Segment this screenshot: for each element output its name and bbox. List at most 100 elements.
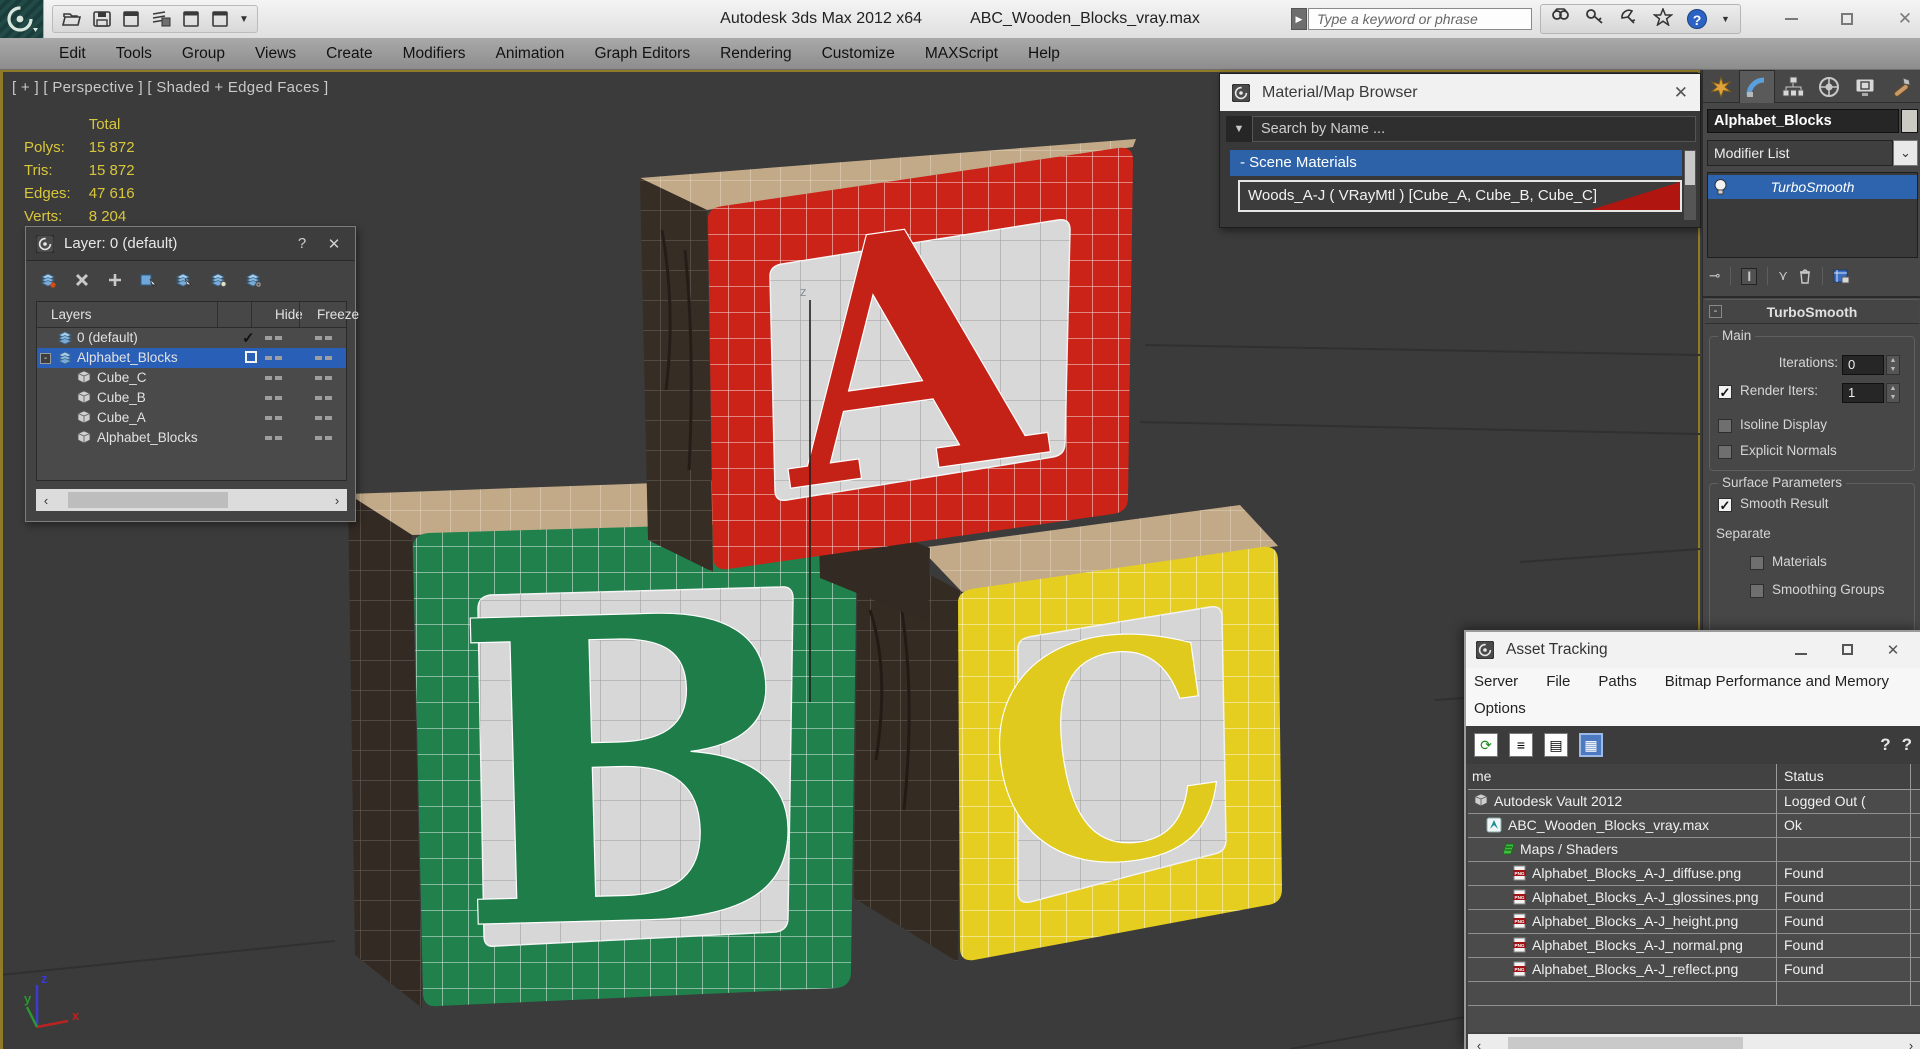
hide-toggle[interactable] bbox=[265, 336, 285, 340]
render-iters-spinner[interactable]: ▲ ▼ bbox=[1886, 383, 1900, 403]
scrollbar-thumb[interactable] bbox=[68, 492, 228, 508]
freeze-toggle[interactable] bbox=[315, 356, 335, 360]
new-layer-icon[interactable] bbox=[40, 272, 57, 288]
column-layers[interactable]: Layers bbox=[51, 307, 92, 322]
iterations-field[interactable]: 0 bbox=[1842, 355, 1884, 375]
pin-stack-icon[interactable]: ⊸ bbox=[1709, 268, 1720, 284]
freeze-toggle[interactable] bbox=[315, 336, 335, 340]
minimize-icon[interactable] bbox=[1784, 642, 1818, 659]
asset-table-header[interactable]: me Status bbox=[1468, 764, 1920, 790]
material-search-input[interactable]: Search by Name ... bbox=[1252, 116, 1696, 142]
modifier-stack-item[interactable]: TurboSmooth bbox=[1708, 175, 1917, 199]
new-scene-icon[interactable] bbox=[121, 10, 141, 28]
material-scrollbar[interactable] bbox=[1684, 150, 1696, 220]
undo-icon[interactable] bbox=[181, 10, 201, 28]
asset-name[interactable]: Alphabet_Blocks_A-J_diffuse.png bbox=[1532, 865, 1741, 881]
tab-motion[interactable] bbox=[1811, 70, 1847, 103]
freeze-toggle[interactable] bbox=[315, 376, 335, 380]
render-iters-field[interactable]: 1 bbox=[1842, 383, 1884, 403]
asset-name[interactable]: Autodesk Vault 2012 bbox=[1494, 793, 1622, 809]
select-in-layer-icon[interactable] bbox=[140, 272, 158, 288]
scene-materials-group[interactable]: - Scene Materials bbox=[1230, 150, 1682, 176]
close-icon[interactable]: ✕ bbox=[1674, 83, 1688, 103]
highlight-layer-icon[interactable] bbox=[210, 272, 228, 288]
maximize-icon[interactable] bbox=[1830, 642, 1864, 659]
menu-bitmap-performance[interactable]: Bitmap Performance and Memory bbox=[1665, 673, 1889, 690]
column-status[interactable]: Status bbox=[1784, 768, 1824, 784]
menu-views[interactable]: Views bbox=[240, 38, 311, 70]
scroll-left-icon[interactable]: ‹ bbox=[1468, 1038, 1490, 1049]
object-label[interactable]: Cube_A bbox=[97, 410, 146, 425]
hide-toggle[interactable] bbox=[265, 416, 285, 420]
menu-file[interactable]: File bbox=[1546, 673, 1570, 690]
menu-options[interactable]: Options bbox=[1474, 700, 1526, 717]
add-to-layer-icon[interactable] bbox=[107, 272, 123, 288]
remove-modifier-icon[interactable] bbox=[1798, 268, 1812, 284]
close-icon[interactable]: ✕ bbox=[1876, 641, 1910, 659]
asset-name[interactable]: Alphabet_Blocks_A-J_reflect.png bbox=[1532, 961, 1738, 977]
menu-customize[interactable]: Customize bbox=[807, 38, 910, 70]
menu-edit[interactable]: Edit bbox=[44, 38, 101, 70]
menu-graph-editors[interactable]: Graph Editors bbox=[579, 38, 705, 70]
iterations-spinner[interactable]: ▲ ▼ bbox=[1886, 355, 1900, 375]
configure-modifier-sets-icon[interactable] bbox=[1833, 269, 1850, 284]
favorites-star-icon[interactable] bbox=[1652, 6, 1674, 31]
scroll-right-icon[interactable]: › bbox=[1900, 1038, 1920, 1049]
tab-utilities[interactable] bbox=[1883, 70, 1919, 103]
materials-checkbox[interactable] bbox=[1750, 556, 1764, 570]
asset-tracking-titlebar[interactable]: Asset Tracking ✕ bbox=[1466, 632, 1920, 668]
scrollbar-thumb[interactable] bbox=[1508, 1037, 1743, 1049]
object-label[interactable]: Cube_B bbox=[97, 390, 146, 405]
tab-display[interactable] bbox=[1847, 70, 1883, 103]
render-iters-checkbox[interactable]: ✓ bbox=[1718, 385, 1732, 399]
browser-options-dropdown-icon[interactable]: ▼ bbox=[1226, 116, 1252, 142]
context-help-icon[interactable]: ? bbox=[1902, 735, 1912, 755]
list-view-icon[interactable]: ≡ bbox=[1509, 733, 1533, 757]
search-input[interactable] bbox=[1308, 8, 1532, 30]
menu-paths[interactable]: Paths bbox=[1598, 673, 1636, 690]
column-freeze[interactable]: Freeze bbox=[317, 307, 359, 322]
menu-maxscript[interactable]: MAXScript bbox=[910, 38, 1013, 70]
freeze-toggle[interactable] bbox=[315, 416, 335, 420]
layer-properties-icon[interactable] bbox=[245, 272, 263, 288]
layer-label[interactable]: 0 (default) bbox=[77, 330, 138, 345]
asset-row-normal[interactable]: PNG Alphabet_Blocks_A-J_normal.png Found bbox=[1468, 934, 1920, 958]
scroll-right-icon[interactable]: › bbox=[327, 493, 347, 508]
asset-name[interactable]: ABC_Wooden_Blocks_vray.max bbox=[1508, 817, 1709, 833]
help-icon[interactable]: ? bbox=[1880, 735, 1890, 755]
asset-row-glossines[interactable]: PNG Alphabet_Blocks_A-J_glossines.png Fo… bbox=[1468, 886, 1920, 910]
help-icon[interactable]: ? bbox=[291, 235, 313, 252]
lightbulb-icon[interactable] bbox=[1713, 178, 1728, 196]
layer-list-header[interactable]: Layers Hide Freeze bbox=[37, 302, 359, 328]
menu-create[interactable]: Create bbox=[311, 38, 388, 70]
make-unique-icon[interactable]: ⋎ bbox=[1778, 268, 1788, 284]
redo-icon[interactable] bbox=[210, 10, 230, 28]
object-label[interactable]: Alphabet_Blocks bbox=[97, 430, 198, 445]
asset-row-diffuse[interactable]: PNG Alphabet_Blocks_A-J_diffuse.png Foun… bbox=[1468, 862, 1920, 886]
layer-horizontal-scrollbar[interactable]: ‹ › bbox=[36, 489, 347, 511]
column-name[interactable]: me bbox=[1472, 768, 1491, 784]
layer-dialog-titlebar[interactable]: Layer: 0 (default) ? ✕ bbox=[26, 227, 355, 261]
show-end-result-icon[interactable]: I bbox=[1741, 267, 1758, 285]
qat-dropdown-icon[interactable]: ▼ bbox=[239, 14, 249, 25]
layer-row-default[interactable]: 0 (default) ✓ bbox=[37, 328, 346, 348]
tab-create[interactable] bbox=[1703, 70, 1739, 103]
object-label[interactable]: Cube_C bbox=[97, 370, 147, 385]
minimize-button[interactable] bbox=[1776, 10, 1806, 28]
freeze-toggle[interactable] bbox=[315, 396, 335, 400]
isoline-display-checkbox[interactable] bbox=[1718, 419, 1732, 433]
menu-modifiers[interactable]: Modifiers bbox=[388, 38, 481, 70]
menu-help[interactable]: Help bbox=[1013, 38, 1075, 70]
subscription-key-icon[interactable] bbox=[1585, 8, 1605, 30]
asset-row-vault[interactable]: Autodesk Vault 2012 Logged Out ( bbox=[1468, 790, 1920, 814]
asset-row-height[interactable]: PNG Alphabet_Blocks_A-J_height.png Found bbox=[1468, 910, 1920, 934]
scrollbar-thumb[interactable] bbox=[1685, 151, 1695, 185]
menu-tools[interactable]: Tools bbox=[101, 38, 167, 70]
modifier-stack[interactable]: TurboSmooth bbox=[1707, 172, 1918, 258]
set-current-box[interactable] bbox=[245, 351, 257, 363]
refresh-icon[interactable]: ⟳ bbox=[1474, 733, 1498, 757]
project-folder-icon[interactable] bbox=[150, 10, 172, 28]
hide-toggle[interactable] bbox=[265, 376, 285, 380]
explicit-normals-checkbox[interactable] bbox=[1718, 445, 1732, 459]
close-button[interactable]: ✕ bbox=[1890, 9, 1920, 28]
